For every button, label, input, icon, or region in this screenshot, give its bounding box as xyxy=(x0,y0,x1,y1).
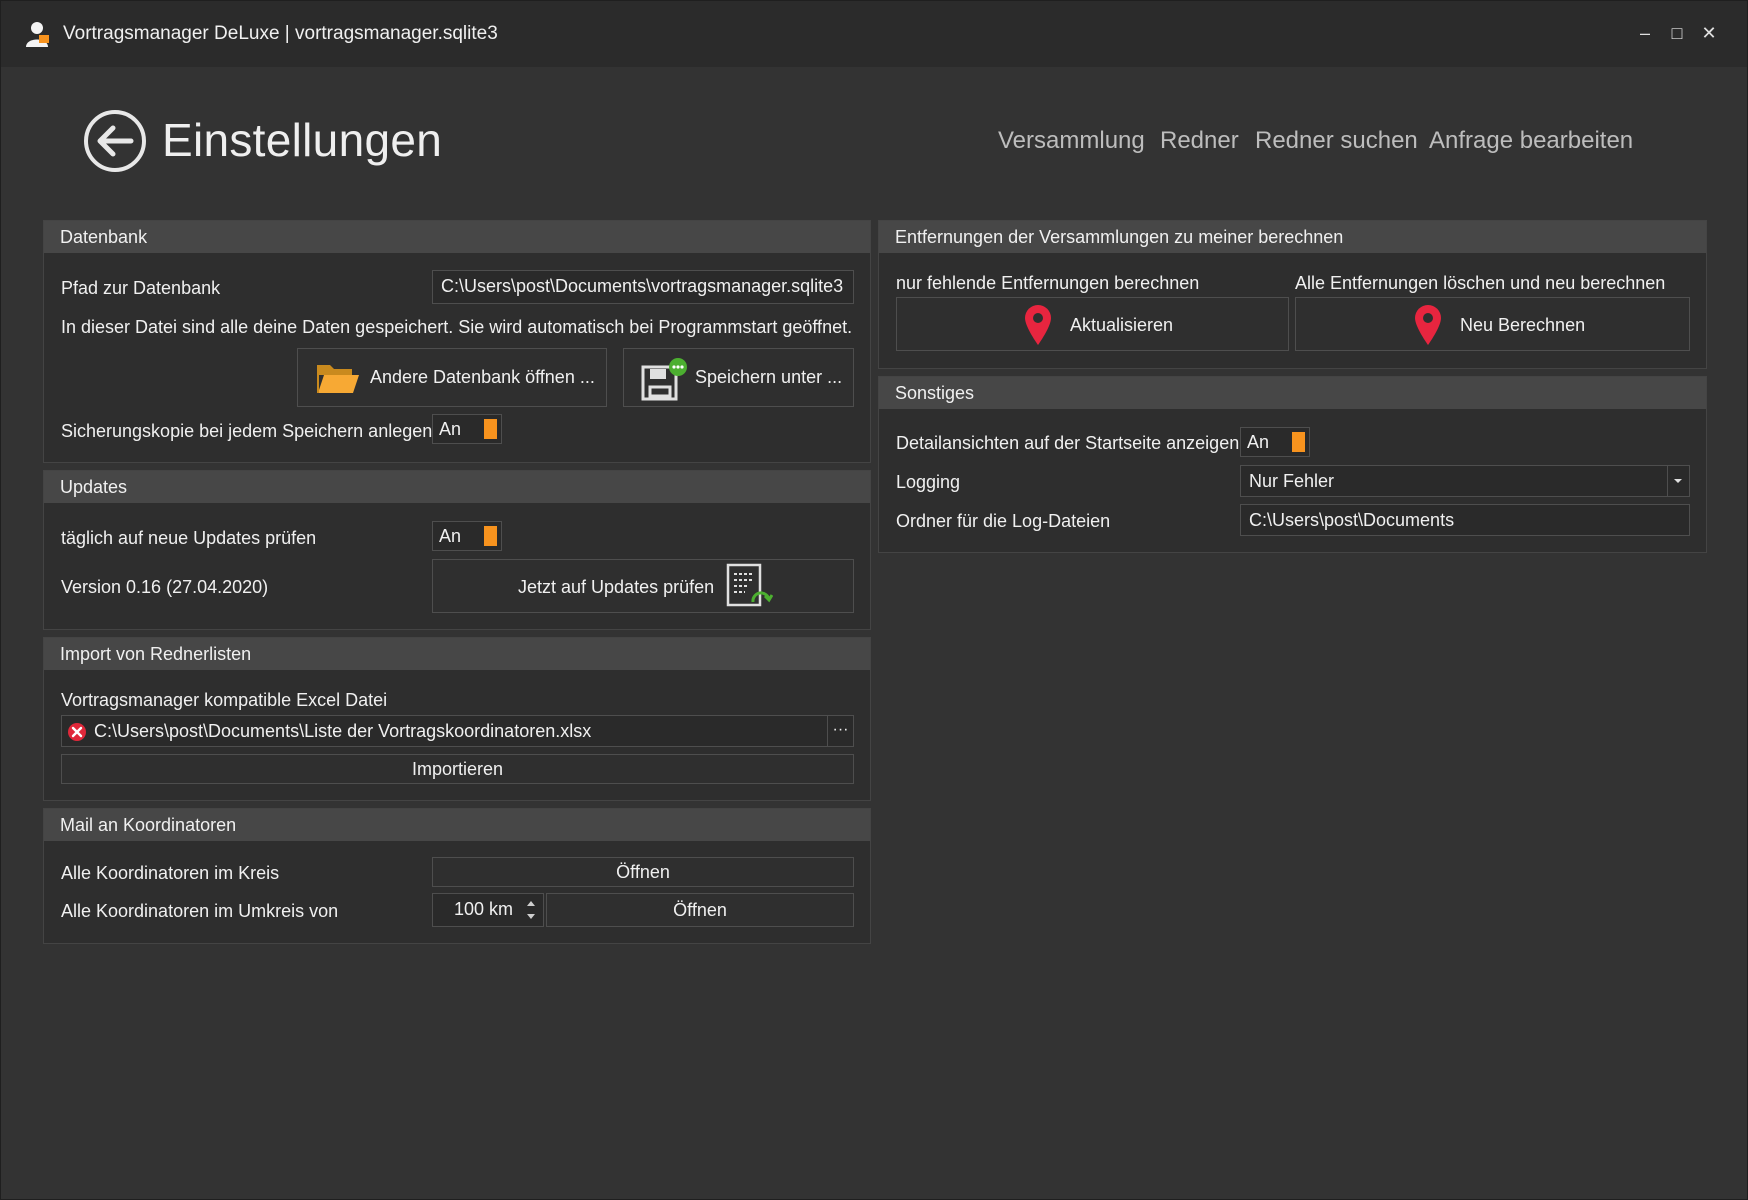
save-as-label: Speichern unter ... xyxy=(695,367,843,387)
backup-label: Sicherungskopie bei jedem Speichern anle… xyxy=(61,421,433,441)
kreis-label: Alle Koordinatoren im Kreis xyxy=(61,863,280,883)
logfolder-field[interactable]: C:\Users\post\Documents xyxy=(1240,504,1690,536)
recalc-distances-button[interactable]: Neu Berechnen xyxy=(1295,297,1690,351)
detail-view-label: Detailansichten auf der Startseite anzei… xyxy=(896,433,1240,453)
app-user-icon xyxy=(26,22,49,47)
import-button[interactable]: Importieren xyxy=(61,754,854,784)
missing-distances-label: nur fehlende Entfernungen berechnen xyxy=(896,273,1200,293)
title-bar: Vortragsmanager DeLuxe | vortragsmanager… xyxy=(1,1,1747,67)
recalc-all-label: Alle Entfernungen löschen und neu berech… xyxy=(1295,273,1666,293)
save-disk-icon xyxy=(641,358,687,401)
entfernungen-panel: Entfernungen der Versammlungen zu meiner… xyxy=(878,220,1707,369)
close-button[interactable]: ✕ xyxy=(1697,21,1721,45)
mail-panel: Mail an Koordinatoren Alle Koordinatoren… xyxy=(43,808,871,944)
logging-value: Nur Fehler xyxy=(1249,471,1335,491)
excel-file-field[interactable]: C:\Users\post\Documents\Liste der Vortra… xyxy=(61,715,854,747)
error-icon xyxy=(68,723,86,741)
kreis-open-button[interactable]: Öffnen xyxy=(432,857,854,887)
import-heading: Import von Rednerlisten xyxy=(44,638,870,670)
umkreis-open-button[interactable]: Öffnen xyxy=(546,893,854,927)
logging-label: Logging xyxy=(896,472,961,492)
db-path-label: Pfad zur Datenbank xyxy=(61,278,221,298)
backup-toggle[interactable]: An xyxy=(432,414,502,444)
folder-icon xyxy=(317,365,359,393)
update-refresh-icon xyxy=(726,563,773,607)
open-database-button[interactable]: Andere Datenbank öffnen ... xyxy=(297,348,607,407)
daily-updates-value: An xyxy=(439,526,462,546)
daily-updates-toggle[interactable]: An xyxy=(432,521,502,551)
map-pin-icon xyxy=(1025,305,1051,345)
umkreis-label: Alle Koordinatoren im Umkreis von xyxy=(61,901,339,921)
datenbank-heading: Datenbank xyxy=(44,221,870,253)
umkreis-stepper[interactable]: 100 km xyxy=(432,893,544,927)
excel-file-path: C:\Users\post\Documents\Liste der Vortra… xyxy=(94,721,592,741)
toggle-knob xyxy=(484,526,497,546)
daily-updates-label: täglich auf neue Updates prüfen xyxy=(61,528,317,548)
spin-arrows-icon[interactable] xyxy=(523,896,539,924)
nav-anfrage-bearbeiten[interactable]: Anfrage bearbeiten xyxy=(1429,127,1633,155)
entfernungen-heading: Entfernungen der Versammlungen zu meiner… xyxy=(879,221,1706,253)
open-database-label: Andere Datenbank öffnen ... xyxy=(370,367,595,387)
update-distances-label: Aktualisieren xyxy=(1070,315,1174,335)
version-text: Version 0.16 (27.04.2020) xyxy=(61,577,269,597)
nav-versammlung[interactable]: Versammlung xyxy=(998,127,1145,155)
import-panel: Import von Rednerlisten Vortragsmanager … xyxy=(43,637,871,801)
logfolder-label: Ordner für die Log-Dateien xyxy=(896,511,1111,531)
update-distances-button[interactable]: Aktualisieren xyxy=(896,297,1289,351)
maximize-button[interactable]: □ xyxy=(1665,21,1689,45)
app-window: Vortragsmanager DeLuxe | vortragsmanager… xyxy=(0,0,1748,1200)
check-updates-button[interactable]: Jetzt auf Updates prüfen xyxy=(432,559,854,613)
map-pin-icon xyxy=(1415,305,1441,345)
detail-view-toggle[interactable]: An xyxy=(1240,427,1310,457)
nav-redner-suchen[interactable]: Redner suchen xyxy=(1255,127,1418,155)
updates-panel: Updates täglich auf neue Updates prüfen … xyxy=(43,470,871,630)
mail-heading: Mail an Koordinatoren xyxy=(44,809,870,841)
save-as-button[interactable]: Speichern unter ... xyxy=(623,348,854,407)
nav-redner[interactable]: Redner xyxy=(1160,127,1239,155)
db-info-text: In dieser Datei sind alle deine Daten ge… xyxy=(61,317,853,337)
minimize-button[interactable]: – xyxy=(1633,21,1657,45)
page-title: Einstellungen xyxy=(162,114,443,166)
datenbank-panel: Datenbank Pfad zur Datenbank C:\Users\po… xyxy=(43,220,871,463)
chevron-down-icon[interactable] xyxy=(1667,466,1689,496)
backup-toggle-value: An xyxy=(439,419,462,439)
umkreis-value: 100 km xyxy=(453,899,513,919)
sonstiges-panel: Sonstiges Detailansichten auf der Starts… xyxy=(878,376,1707,553)
recalc-distances-label: Neu Berechnen xyxy=(1460,315,1586,335)
toggle-knob xyxy=(1292,432,1305,452)
sonstiges-heading: Sonstiges xyxy=(879,377,1706,409)
back-arrow-icon[interactable] xyxy=(83,109,147,173)
toggle-knob xyxy=(484,419,497,439)
window-title: Vortragsmanager DeLuxe | vortragsmanager… xyxy=(63,23,498,44)
logging-select[interactable]: Nur Fehler xyxy=(1240,465,1690,497)
excel-file-label: Vortragsmanager kompatible Excel Datei xyxy=(61,690,388,710)
check-updates-label: Jetzt auf Updates prüfen xyxy=(518,577,715,597)
detail-view-value: An xyxy=(1247,432,1270,452)
updates-heading: Updates xyxy=(44,471,870,503)
browse-file-button[interactable]: ··· xyxy=(827,716,853,746)
db-path-field[interactable]: C:\Users\post\Documents\vortragsmanager.… xyxy=(432,270,854,304)
